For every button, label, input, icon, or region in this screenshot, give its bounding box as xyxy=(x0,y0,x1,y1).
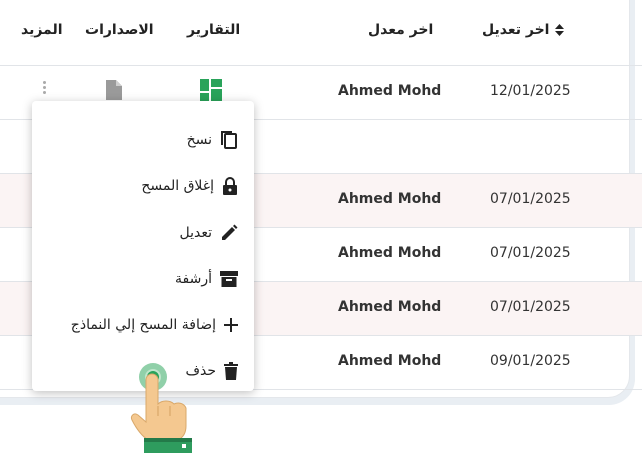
modified-date: 07/01/2025 xyxy=(490,245,571,261)
trash-icon xyxy=(224,362,238,380)
more-options-icon[interactable] xyxy=(41,79,47,101)
modified-date: 12/01/2025 xyxy=(490,83,571,99)
copy-icon xyxy=(221,131,237,149)
menu-item-edit[interactable]: تعديل xyxy=(180,221,239,245)
header-reports: التقارير xyxy=(187,22,241,38)
sort-icon[interactable] xyxy=(555,24,565,36)
modified-by: Ahmed Mohd xyxy=(338,191,442,207)
menu-item-archive[interactable]: أرشفة xyxy=(175,267,238,291)
modified-by: Ahmed Mohd xyxy=(338,83,442,99)
modified-by: Ahmed Mohd xyxy=(338,299,442,315)
header-modified-at[interactable]: اخر تعديل xyxy=(482,22,565,38)
modified-by: Ahmed Mohd xyxy=(338,353,442,369)
pencil-icon xyxy=(222,224,238,240)
menu-item-label: إضافة المسح إلي النماذج xyxy=(70,317,216,333)
plus-icon xyxy=(224,318,238,332)
reports-dashboard-icon[interactable] xyxy=(200,79,222,101)
header-versions: الاصدارات xyxy=(85,22,154,38)
menu-item-label: نسخ xyxy=(186,132,212,148)
modified-by: Ahmed Mohd xyxy=(338,245,442,261)
modified-date: 09/01/2025 xyxy=(490,353,571,369)
header-modified-by: اخر معدل xyxy=(368,22,434,38)
context-menu: نسخ إغلاق المسح تعديل أرشفة إضافة المسح … xyxy=(32,101,254,391)
modified-date: 07/01/2025 xyxy=(490,191,571,207)
modified-date: 07/01/2025 xyxy=(490,299,571,315)
pointing-hand-icon xyxy=(131,373,192,453)
menu-item-label: أرشفة xyxy=(175,271,212,287)
menu-item-copy[interactable]: نسخ xyxy=(187,128,238,152)
document-icon[interactable] xyxy=(105,79,123,101)
header-more: المزيد xyxy=(21,22,63,38)
archive-icon xyxy=(220,271,238,287)
menu-item-close-survey[interactable]: إغلاق المسح xyxy=(141,174,238,198)
lock-icon xyxy=(223,177,237,195)
menu-item-label: إغلاق المسح xyxy=(141,178,214,194)
table-header: اخر تعديل اخر معدل التقارير الاصدارات ال… xyxy=(0,0,642,66)
header-modified-at-label: اخر تعديل xyxy=(482,22,550,38)
menu-item-add-to-templates[interactable]: إضافة المسح إلي النماذج xyxy=(71,313,238,337)
menu-item-label: تعديل xyxy=(179,225,213,241)
